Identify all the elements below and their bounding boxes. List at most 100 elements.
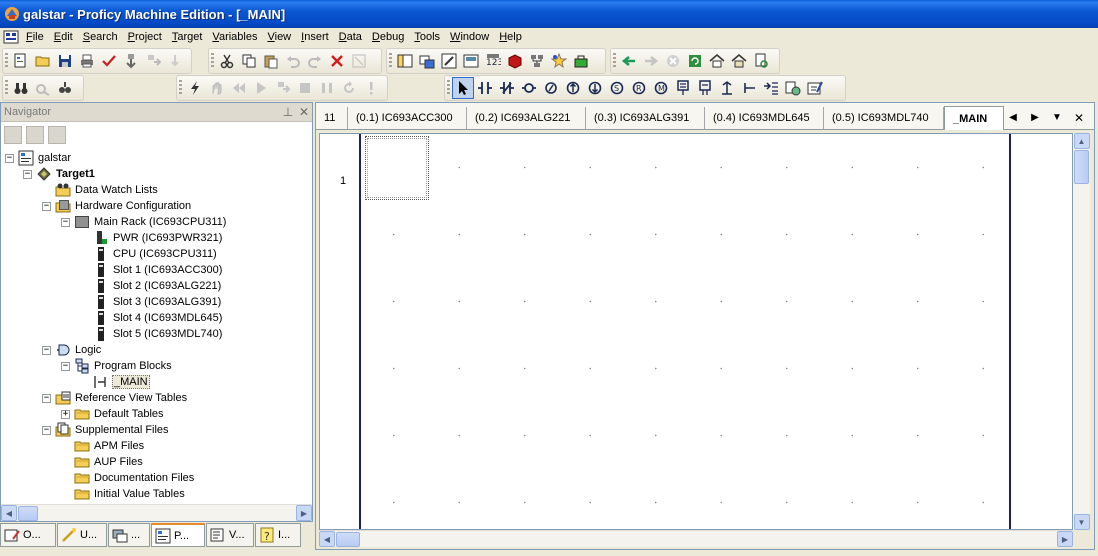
navigator-toggle-icon[interactable] [394, 50, 416, 72]
tab-options[interactable]: O... [0, 523, 56, 547]
app-icon[interactable] [4, 6, 20, 22]
lightning-online-icon[interactable] [184, 77, 206, 99]
scroll-up-icon[interactable]: ▲ [1073, 133, 1090, 149]
scroll-down-icon[interactable]: ▼ [1073, 514, 1090, 530]
tree-node[interactable]: Documentation Files [61, 470, 195, 486]
coil-icon[interactable] [518, 77, 540, 99]
set-coil-icon[interactable]: S [606, 77, 628, 99]
restart-icon[interactable] [338, 77, 360, 99]
collapse-icon[interactable]: − [42, 345, 51, 355]
tab-main[interactable]: _MAIN [944, 106, 1004, 130]
fault-icon[interactable] [360, 77, 382, 99]
collapse-icon[interactable]: − [42, 201, 51, 211]
tab-list-dropdown-icon[interactable]: ▼ [1048, 109, 1066, 127]
print-icon[interactable] [76, 50, 98, 72]
menu-tools[interactable]: Tools [409, 28, 445, 46]
stop-square-icon[interactable] [294, 77, 316, 99]
selected-cell-cursor[interactable] [365, 136, 429, 200]
tree-node[interactable]: − Main Rack (IC693CPU311) [61, 214, 227, 230]
collapse-icon[interactable]: − [61, 361, 70, 371]
tree-node[interactable]: Slot 5 (IC693MDL740) [80, 326, 223, 342]
editor-vertical-scrollbar[interactable]: ▲ ▼ [1073, 133, 1090, 530]
inspector-icon[interactable] [416, 50, 438, 72]
refresh-icon[interactable] [684, 50, 706, 72]
tree-node[interactable]: − galstar [5, 150, 72, 166]
pointer-select-icon[interactable] [452, 77, 474, 99]
tree-node[interactable]: Slot 4 (IC693MDL645) [80, 310, 223, 326]
block-with-pins-icon[interactable] [694, 77, 716, 99]
wire-up-icon[interactable] [716, 77, 738, 99]
download-to-target-icon[interactable] [120, 50, 142, 72]
tree-node[interactable]: + Default Tables [61, 406, 165, 422]
menu-file[interactable]: File [21, 28, 49, 46]
data-watch-icon[interactable]: 123 [482, 50, 504, 72]
rewind-icon[interactable] [228, 77, 250, 99]
no-contact-icon[interactable] [474, 77, 496, 99]
tree-node[interactable]: − Supplemental Files [42, 422, 170, 438]
infoviewer-icon[interactable] [548, 50, 570, 72]
tree-node[interactable]: Data Watch Lists [42, 182, 159, 198]
menu-target[interactable]: Target [167, 28, 208, 46]
vertical-scroll-thumb[interactable] [1074, 150, 1089, 184]
properties-edit-icon[interactable] [804, 77, 826, 99]
undo-icon[interactable] [282, 50, 304, 72]
tab-document-11[interactable]: 11 [316, 107, 348, 129]
search-document-icon[interactable] [750, 50, 772, 72]
copy-icon[interactable] [238, 50, 260, 72]
menu-edit[interactable]: Edit [49, 28, 78, 46]
tab-slot-0-4[interactable]: (0.4) IC693MDL645 [705, 107, 824, 129]
menu-view[interactable]: View [262, 28, 296, 46]
pin-icon[interactable]: ⊥ [280, 105, 296, 119]
scroll-thumb[interactable] [18, 505, 38, 521]
menu-insert[interactable]: Insert [296, 28, 334, 46]
toggle-online-icon[interactable] [206, 77, 228, 99]
menu-variables[interactable]: Variables [207, 28, 262, 46]
expand-icon[interactable]: + [61, 409, 70, 419]
tab-infoviewer[interactable]: ? I... [255, 523, 301, 547]
tree-node[interactable]: Slot 3 (IC693ALG391) [80, 294, 222, 310]
step-download-icon[interactable] [272, 77, 294, 99]
editor-scroll-thumb[interactable] [336, 531, 360, 547]
view-list-icon[interactable] [4, 126, 22, 144]
horizontal-wire-icon[interactable] [738, 77, 760, 99]
scroll-left-icon[interactable]: ◀ [1, 505, 17, 521]
save-icon[interactable] [54, 50, 76, 72]
negative-transition-coil-icon[interactable] [584, 77, 606, 99]
feedback-zone-icon[interactable] [460, 50, 482, 72]
function-block-icon[interactable] [672, 77, 694, 99]
title-bar[interactable]: galstar - Proficy Machine Edition - [_MA… [0, 0, 1098, 28]
tree-node[interactable]: PWR (IC693PWR321) [80, 230, 223, 246]
tree-node[interactable]: − Target1 [23, 166, 96, 182]
cut-icon[interactable] [216, 50, 238, 72]
tree-node[interactable]: CPU (IC693CPU311) [80, 246, 218, 262]
navigator-header[interactable]: Navigator ⊥ ✕ [1, 103, 312, 122]
editor-horizontal-scrollbar[interactable]: ◀ ▶ [319, 530, 1073, 547]
go-online-icon[interactable] [164, 50, 186, 72]
menu-project[interactable]: Project [123, 28, 167, 46]
open-folder-icon[interactable] [32, 50, 54, 72]
tab-slot-0-3[interactable]: (0.3) IC693ALG391 [586, 107, 705, 129]
tree-node[interactable]: APM Files [61, 438, 145, 454]
tree-node[interactable]: − Program Blocks [61, 358, 173, 374]
positive-transition-coil-icon[interactable] [562, 77, 584, 99]
tab-scroll-right-icon[interactable]: ▶ [1026, 109, 1044, 127]
menu-window[interactable]: Window [445, 28, 494, 46]
tree-node[interactable]: − Hardware Configuration [42, 198, 192, 214]
nc-contact-icon[interactable] [496, 77, 518, 99]
tab-slot-0-1[interactable]: (0.1) IC693ACC300 [348, 107, 467, 129]
menu-search[interactable]: Search [78, 28, 123, 46]
tree-node[interactable]: − Logic [42, 342, 102, 358]
network-icon[interactable] [526, 50, 548, 72]
tab-slot-0-2[interactable]: (0.2) IC693ALG221 [467, 107, 586, 129]
insert-rung-icon[interactable] [760, 77, 782, 99]
back-arrow-icon[interactable] [618, 50, 640, 72]
close-icon[interactable]: ✕ [296, 105, 312, 119]
editor-scroll-left-icon[interactable]: ◀ [319, 531, 335, 547]
tab-slot-0-5[interactable]: (0.5) IC693MDL740 [824, 107, 944, 129]
forward-arrow-icon[interactable] [640, 50, 662, 72]
document-system-menu-icon[interactable] [3, 30, 19, 44]
view-details-icon[interactable] [26, 126, 44, 144]
companion-icon[interactable] [438, 50, 460, 72]
tree-node[interactable]: AUP Files [61, 454, 144, 470]
tree-node[interactable]: − Reference View Tables [42, 390, 188, 406]
